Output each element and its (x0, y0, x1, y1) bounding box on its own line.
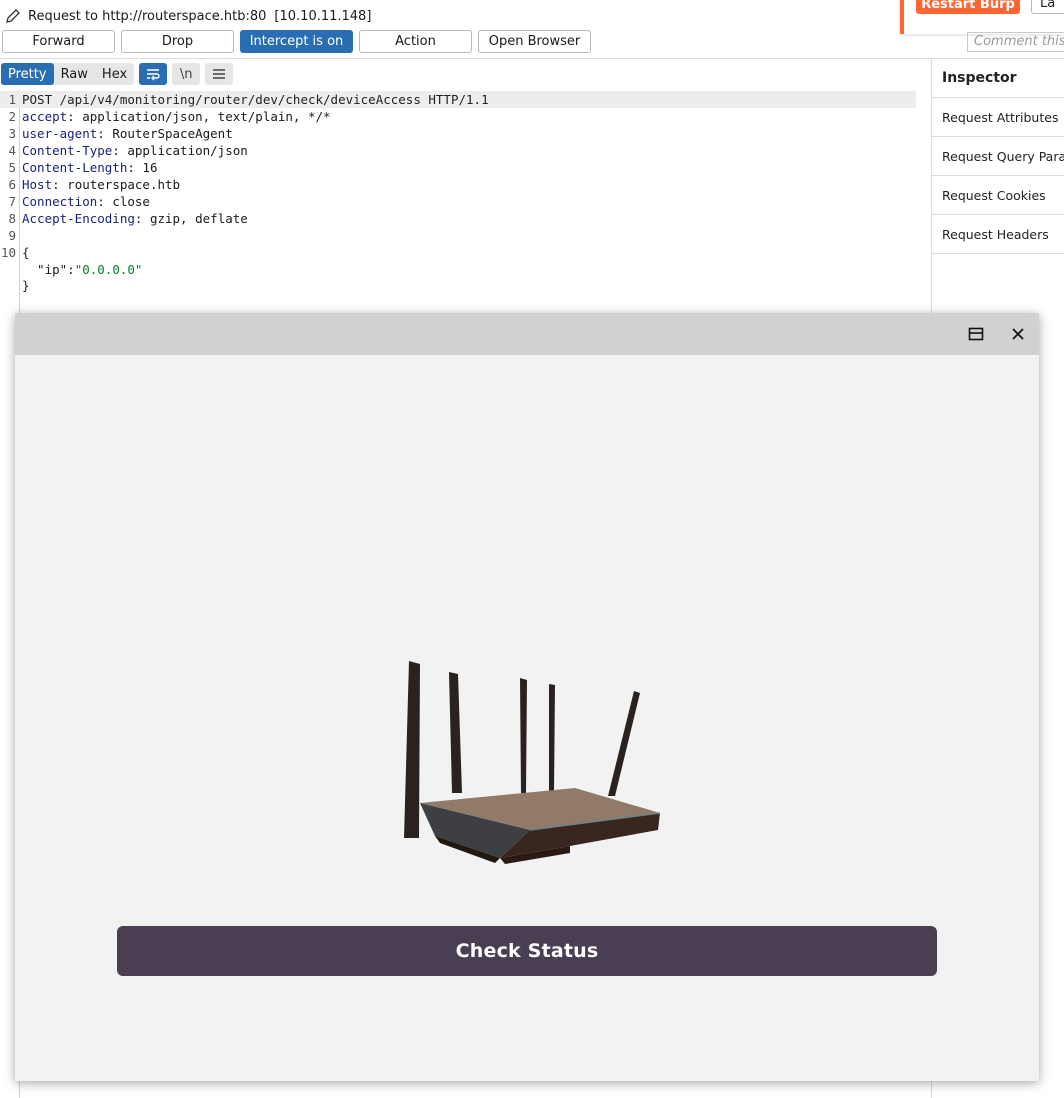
menu-icon[interactable] (205, 63, 234, 85)
editor-line: 7 Connection: close (0, 193, 150, 210)
tab-raw[interactable]: Raw (54, 63, 95, 85)
line-number: 7 (8, 194, 16, 209)
request-title-bar: Request to http://routerspace.htb:80 [10… (0, 0, 900, 32)
forward-button[interactable]: Forward (2, 30, 115, 53)
header-value: 16 (134, 160, 158, 175)
header-value: gzip, deflate (142, 211, 248, 226)
editor-line: 5 Content-Length: 16 (0, 159, 157, 176)
json-value: "0.0.0.0" (74, 262, 143, 277)
comment-input[interactable]: Comment this i (967, 32, 1064, 52)
intercept-toolbar: Forward Drop Intercept is on Action Open… (0, 30, 591, 56)
header-name: Content-Length (22, 160, 128, 175)
editor-line: 3 user-agent: RouterSpaceAgent (0, 125, 233, 142)
inspector-item-request-cookies[interactable]: Request Cookies (932, 176, 1064, 215)
intercept-toggle-button[interactable]: Intercept is on (240, 30, 353, 53)
json-key: "ip": (22, 262, 75, 277)
tab-pretty[interactable]: Pretty (1, 63, 54, 85)
line-number: 1 (8, 92, 16, 107)
check-status-button[interactable]: Check Status (117, 926, 937, 976)
editor-line: 2 accept: application/json, text/plain, … (0, 108, 331, 125)
line-number: 2 (8, 109, 16, 124)
partial-button[interactable]: La (1031, 0, 1064, 14)
editor-line: 6 Host: routerspace.htb (0, 176, 180, 193)
header-value: close (104, 194, 150, 209)
header-name: Host (22, 177, 53, 192)
drop-button[interactable]: Drop (121, 30, 234, 53)
request-url: Request to http://routerspace.htb:80 (28, 8, 267, 24)
line-number: 3 (8, 126, 16, 141)
inspector-item-request-query-parameters[interactable]: Request Query Parameters (932, 137, 1064, 176)
header-value: RouterSpaceAgent (104, 126, 233, 141)
inspector-title: Inspector (932, 59, 1064, 98)
request-ip: [10.10.11.148] (274, 8, 372, 24)
header-divider (0, 58, 1064, 59)
editor-line: 4 Content-Type: application/json (0, 142, 248, 159)
message-view-tabs: Pretty Raw Hex \n (1, 63, 234, 85)
editor-line: 9 (0, 227, 22, 244)
editor-line: 8 Accept-Encoding: gzip, deflate (0, 210, 248, 227)
open-browser-button[interactable]: Open Browser (478, 30, 591, 53)
maximize-icon[interactable] (966, 324, 986, 344)
view-tab-group: Pretty Raw Hex (1, 63, 135, 85)
header-name: Content-Type (22, 143, 113, 158)
header-name: Connection (22, 194, 98, 209)
header-name: user-agent (22, 126, 98, 141)
line-number: 9 (8, 228, 16, 243)
header-name: accept (22, 109, 68, 124)
header-value: application/json (119, 143, 248, 158)
editor-line: "ip":"0.0.0.0" (0, 261, 142, 278)
line-number: 5 (8, 160, 16, 175)
wrap-icon[interactable] (139, 63, 168, 85)
tab-hex[interactable]: Hex (95, 63, 134, 85)
header-value: application/json, text/plain, */* (74, 109, 331, 124)
editor-line: 1 POST /api/v4/monitoring/router/dev/che… (0, 91, 916, 108)
app-popup-window: Check Status (15, 313, 1039, 1081)
header-value: routerspace.htb (59, 177, 181, 192)
editor-line: 10 { (0, 244, 30, 261)
line-number: 8 (8, 211, 16, 226)
inspector-item-request-headers[interactable]: Request Headers (932, 215, 1064, 254)
popup-titlebar[interactable] (15, 313, 1039, 355)
json-open-brace: { (22, 245, 30, 260)
editor-line: } (0, 277, 30, 294)
newline-icon[interactable]: \n (172, 63, 201, 85)
router-image (404, 661, 661, 864)
line-number: 4 (8, 143, 16, 158)
action-button[interactable]: Action (359, 30, 472, 53)
line-number: 6 (8, 177, 16, 192)
restart-burp-button[interactable]: Restart Burp (916, 0, 1020, 14)
json-close-brace: } (22, 278, 30, 293)
request-line: POST /api/v4/monitoring/router/dev/check… (22, 92, 489, 107)
line-number: 10 (0, 245, 16, 260)
close-icon[interactable] (1008, 324, 1028, 344)
header-name: Accept-Encoding (22, 211, 135, 226)
pencil-icon[interactable] (4, 7, 22, 25)
inspector-item-request-attributes[interactable]: Request Attributes (932, 98, 1064, 137)
